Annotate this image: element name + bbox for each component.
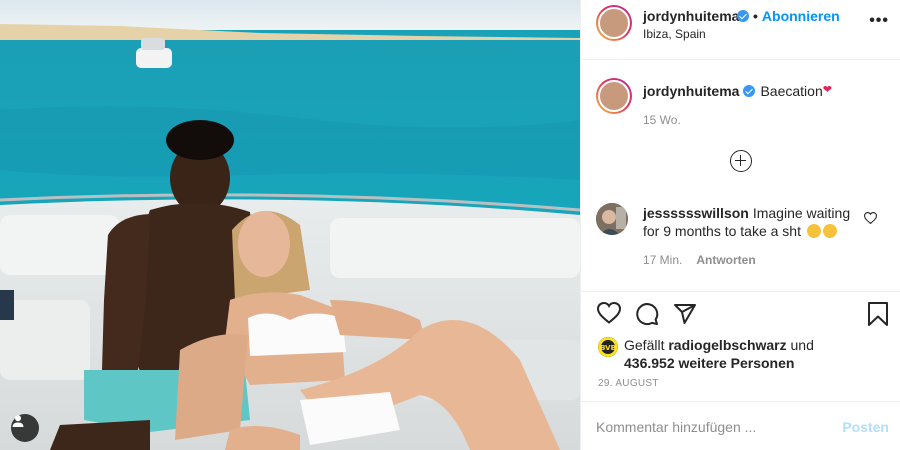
tag-user-button[interactable] [11,414,39,442]
liker-avatar[interactable]: BVB [598,337,618,357]
author-username[interactable]: jordynhuitema [643,8,739,24]
caption-text: Baecation [760,83,823,99]
post-header: jordynhuitema • Abonnieren Ibiza, Spain •… [581,0,900,60]
share-icon [674,304,696,324]
comment-button[interactable] [635,302,659,329]
reply-button[interactable]: Antworten [696,253,755,267]
caption-avatar[interactable] [596,78,632,114]
bookmark-icon [868,302,888,326]
liker-avatar-image: BVB [598,337,618,357]
separator-dot: • [753,8,758,24]
save-button[interactable] [867,302,889,329]
likes-conjunction: und [790,337,814,353]
post-caption: jordynhuitema Baecation❤ [643,83,832,99]
comment-like-button[interactable] [863,211,878,227]
comment-meta: 17 Min. Antworten [643,253,756,267]
post-comment-button[interactable]: Posten [842,419,889,435]
liker-username[interactable]: radiogelbschwarz [668,337,786,353]
share-button[interactable] [673,302,697,329]
author-avatar[interactable] [596,5,632,41]
like-button[interactable] [596,301,622,327]
comment-username[interactable]: jesssssswillson [643,205,749,221]
heart-emoji-icon: ❤ [822,84,832,96]
laughing-emoji-icon [822,224,837,238]
verified-badge-icon [743,85,756,97]
comment-icon [636,303,659,326]
comment-timestamp[interactable]: 17 Min. [643,253,682,267]
svg-text:BVB: BVB [600,344,616,352]
likes-count[interactable]: 436.952 weitere Personen [624,354,794,372]
laughing-emoji-icon [806,224,821,238]
comment-item: jesssssswillson Imagine waiting for 9 mon… [643,204,855,240]
commenter-avatar[interactable] [596,203,628,235]
caption-username[interactable]: jordynhuitema [643,83,739,99]
likes-line-1: Gefällt radiogelbschwarz und [624,336,814,354]
tag-user-icon [12,415,24,427]
more-options-icon[interactable]: ••• [869,13,889,29]
post-actions: BVB Gefällt radiogelbschwarz und 436.952… [581,291,900,401]
post-side-panel: jordynhuitema • Abonnieren Ibiza, Spain •… [580,0,900,450]
comment-input[interactable] [596,417,826,437]
post-date[interactable]: 29. AUGUST [598,378,659,389]
follow-label: Abonnieren [761,8,840,24]
add-comment-bar: Posten [581,401,900,450]
likes-prefix: Gefällt [624,337,665,353]
add-circle-icon[interactable] [730,150,752,172]
caption-timestamp[interactable]: 15 Wo. [643,113,681,127]
post-photo[interactable] [0,0,580,450]
verified-badge-icon [737,10,749,22]
follow-button[interactable]: • Abonnieren [753,8,840,24]
commenter-avatar-image [596,203,628,235]
instagram-post: jordynhuitema • Abonnieren Ibiza, Spain •… [0,0,900,450]
heart-icon [863,212,878,225]
post-location[interactable]: Ibiza, Spain [643,27,706,41]
heart-icon [596,301,622,324]
post-image [0,0,580,450]
